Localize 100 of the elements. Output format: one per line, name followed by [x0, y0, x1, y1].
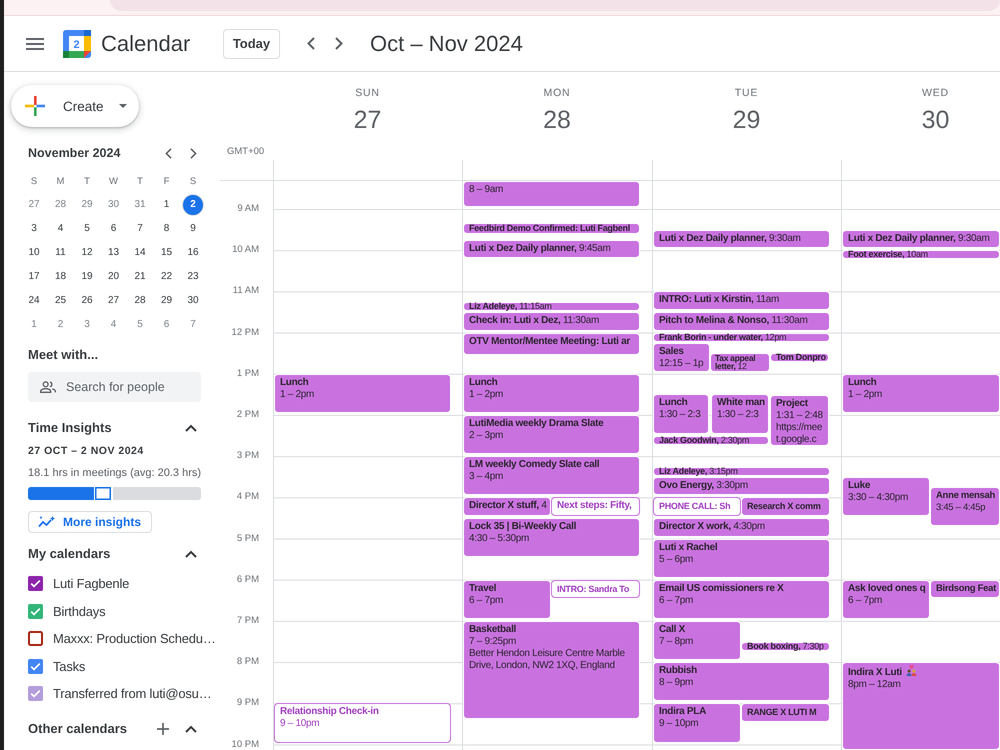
calendar-event[interactable]: Next steps: Fifty,	[551, 497, 640, 516]
calendar-event[interactable]: Basketball 7 – 9:25pm Better Hendon Leisure Centre Marble Drive, London, NW2 1XQ, England	[463, 621, 640, 719]
mini-calendar-day[interactable]: 22	[156, 266, 178, 288]
mini-calendar-day[interactable]: 15	[156, 242, 178, 264]
checkbox[interactable]	[28, 604, 43, 619]
mini-calendar-day[interactable]: 10	[23, 242, 45, 264]
mini-calendar-day[interactable]: 19	[76, 266, 98, 288]
mini-calendar-day[interactable]: 4	[50, 218, 72, 240]
mini-calendar-day[interactable]: 25	[50, 290, 72, 312]
chevron-left-icon[interactable]	[307, 37, 315, 50]
calendar-event[interactable]: Director X stuff, 4	[463, 497, 551, 516]
calendar-event[interactable]: Liz Adeleye, 11:15am	[463, 302, 640, 311]
calendar-event[interactable]: 8 – 9am	[463, 181, 640, 207]
calendar-event[interactable]: Lunch 1:30 – 2:3	[653, 394, 709, 434]
mini-calendar-day[interactable]: 4	[102, 314, 124, 336]
calendar-event[interactable]: LM weekly Comedy Slate call 3 – 4pm	[463, 456, 640, 496]
mini-calendar-day[interactable]: 28	[129, 290, 151, 312]
mini-calendar-day[interactable]: 8	[156, 218, 178, 240]
calendar-event[interactable]: RANGE X LUTI M	[741, 703, 830, 722]
calendar-event[interactable]: Foot exercise, 10am	[842, 250, 1000, 260]
mini-calendar-day[interactable]: 2	[50, 314, 72, 336]
calendar-event[interactable]: Feedbird Demo Confirmed: Luti Fagbenl	[463, 222, 640, 234]
calendar-event[interactable]: INTRO: Luti x Kirstin, 11am	[653, 291, 830, 310]
mini-calendar-day[interactable]: 21	[129, 266, 151, 288]
calendar-event[interactable]: Relationship Check-in 9 – 10pm	[274, 703, 451, 743]
calendar-event[interactable]: Anne mensah 3:45 – 4:45p	[930, 487, 1000, 526]
calendar-event[interactable]: Email US comissioners re X 6 – 7pm	[653, 580, 830, 619]
today-button[interactable]: Today	[223, 28, 280, 58]
calendar-event[interactable]: Luti x Dez Daily planner, 9:30am	[842, 230, 1000, 248]
calendar-event[interactable]: Indira X Luti 8pm – 12am	[842, 662, 1000, 750]
menu-icon[interactable]	[26, 38, 44, 50]
day-number-button[interactable]: 27	[346, 100, 390, 140]
calendar-event[interactable]: Sales 12:15 – 1p	[653, 342, 710, 372]
calendar-event[interactable]: White man 1:30 – 2:3	[711, 394, 769, 434]
chevron-up-icon[interactable]	[185, 550, 197, 558]
calendar-event[interactable]: OTV Mentor/Mentee Meeting: Luti ar	[463, 332, 640, 355]
mini-calendar-day[interactable]: 16	[182, 242, 204, 264]
calendar-event[interactable]: Luti x Rachel 5 – 6pm	[653, 538, 830, 578]
calendar-event[interactable]: Ovo Energy, 3:30pm	[653, 476, 830, 496]
mini-calendar-day[interactable]: 28	[50, 194, 72, 216]
plus-icon[interactable]	[157, 722, 169, 734]
calendar-event[interactable]: Frank Borin - under water, 12pm	[653, 332, 830, 342]
mini-calendar-day[interactable]: 6	[156, 314, 178, 336]
calendar-event[interactable]: Rubbish 8 – 9pm	[653, 662, 830, 702]
mini-calendar-day[interactable]: 30	[182, 290, 204, 312]
mini-calendar-day[interactable]: 14	[129, 242, 151, 264]
calendar-event[interactable]: Liz Adeleye, 3:15pm	[653, 466, 830, 476]
day-number-button[interactable]: 29	[724, 100, 768, 140]
mini-calendar-day[interactable]: 1	[156, 194, 178, 216]
calendar-event[interactable]: Lunch 1 – 2pm	[842, 374, 1000, 413]
more-insights-button[interactable]: More insights	[28, 511, 152, 533]
chevron-left-icon[interactable]	[165, 148, 172, 158]
calendar-event[interactable]: Tax appeal letter, 12	[710, 353, 770, 372]
mini-calendar-day[interactable]: 31	[129, 194, 151, 216]
mini-calendar-day[interactable]: 2	[182, 194, 204, 216]
calendar-event[interactable]: Lock 35 | Bi-Weekly Call 4:30 – 5:30pm	[463, 518, 640, 558]
chevron-right-icon[interactable]	[190, 148, 198, 158]
calendar-event[interactable]: Birdsong Feat	[930, 580, 1000, 598]
mini-calendar-day[interactable]: 3	[23, 218, 45, 240]
calendar-event[interactable]: LutiMedia weekly Drama Slate 2 – 3pm	[463, 415, 640, 454]
mini-calendar-day[interactable]: 5	[76, 218, 98, 240]
calendar-event[interactable]: INTRO: Sandra To	[551, 580, 640, 598]
chevron-right-icon[interactable]	[335, 37, 343, 50]
mini-calendar-day[interactable]: 11	[50, 242, 72, 264]
checkbox[interactable]	[28, 658, 43, 674]
mini-calendar-day[interactable]: 6	[102, 218, 124, 240]
mini-calendar-day[interactable]: 13	[102, 242, 124, 264]
calendar-event[interactable]: Travel 6 – 7pm	[463, 580, 551, 619]
mini-calendar-day[interactable]: 1	[23, 314, 45, 336]
calendar-event[interactable]: Indira PLA 9 – 10pm	[653, 703, 741, 743]
people-search-field[interactable]: Search for people	[28, 372, 201, 402]
checkbox[interactable]	[28, 631, 43, 646]
day-number-button[interactable]: 28	[535, 100, 579, 140]
calendar-event[interactable]: Luti x Dez Daily planner, 9:30am	[653, 230, 830, 248]
mini-calendar-day[interactable]: 29	[156, 290, 178, 312]
calendar-event[interactable]: Tom Donpro	[770, 353, 829, 362]
chevron-up-icon[interactable]	[185, 724, 197, 732]
chevron-up-icon[interactable]	[185, 424, 197, 432]
create-button[interactable]: Create	[11, 85, 139, 127]
mini-calendar-day[interactable]: 29	[76, 194, 98, 216]
calendar-event[interactable]: Lunch 1 – 2pm	[274, 374, 451, 413]
calendar-event[interactable]: Luti x Dez Daily planner, 9:45am	[463, 240, 640, 258]
mini-calendar-day[interactable]: 18	[50, 266, 72, 288]
calendar-event[interactable]: Book boxing, 7:30p	[741, 642, 830, 651]
mini-calendar-day[interactable]: 27	[102, 290, 124, 312]
mini-calendar-day[interactable]: 30	[102, 194, 124, 216]
mini-calendar-day[interactable]: 7	[182, 314, 204, 336]
mini-calendar-day[interactable]: 5	[129, 314, 151, 336]
mini-calendar-day[interactable]: 20	[102, 266, 124, 288]
calendar-event[interactable]: Check in: Luti x Dez, 11:30am	[463, 312, 640, 331]
calendar-event[interactable]: Call X 7 – 8pm	[653, 621, 741, 660]
calendar-event[interactable]: Luke 3:30 – 4:30pm	[842, 476, 930, 516]
calendar-event[interactable]: Ask loved ones q 6 – 7pm	[842, 580, 930, 619]
mini-calendar-day[interactable]: 26	[76, 290, 98, 312]
mini-calendar-day[interactable]: 7	[129, 218, 151, 240]
calendar-event[interactable]: Pitch to Melina & Nonso, 11:30am	[653, 312, 830, 331]
calendar-event[interactable]: Research X comm	[741, 497, 830, 516]
mini-calendar-day[interactable]: 9	[182, 218, 204, 240]
calendar-event[interactable]: Director X work, 4:30pm	[653, 518, 830, 537]
mini-calendar-day[interactable]: 3	[76, 314, 98, 336]
